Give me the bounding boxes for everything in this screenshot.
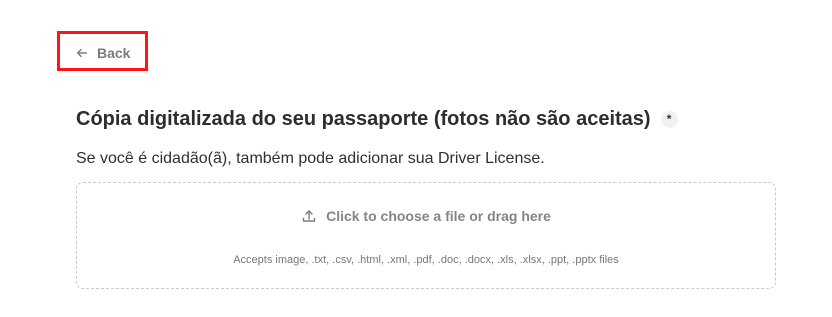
back-button-label: Back (97, 45, 131, 61)
field-description: Se você é cidadão(ã), também pode adicio… (76, 150, 545, 167)
upload-icon (301, 208, 317, 224)
arrow-left-icon (75, 46, 89, 60)
required-indicator: * (660, 111, 678, 128)
upload-field-title: Cópia digitalizada do seu passaporte (fo… (76, 108, 678, 131)
back-button[interactable]: Back (75, 44, 130, 62)
file-dropzone[interactable]: Click to choose a file or drag here Acce… (76, 182, 776, 289)
field-title-text: Cópia digitalizada do seu passaporte (fo… (76, 108, 651, 130)
accepted-file-types: Accepts image, .txt, .csv, .html, .xml, … (233, 254, 619, 266)
dropzone-prompt: Click to choose a file or drag here (77, 208, 775, 224)
dropzone-prompt-text: Click to choose a file or drag here (326, 208, 551, 224)
